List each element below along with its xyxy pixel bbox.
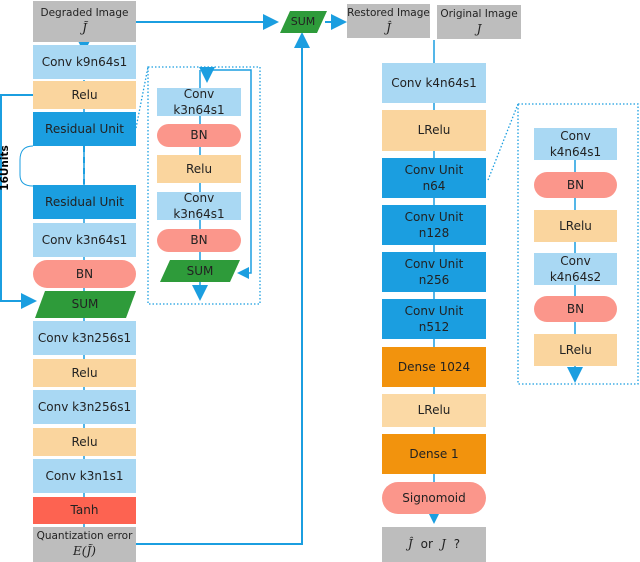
skip-connection [0,94,37,309]
restored-image-label: Restored Image [347,6,430,19]
gen-conv-k3n256s1-2: Conv k3n256s1 [33,390,136,424]
output-restored-symbol: Ĵ [407,537,413,552]
degraded-image-label: Degraded Image [40,7,129,20]
output-or-text: or [420,537,433,552]
original-image-label: Original Image [440,7,518,20]
conv-unit-n512: Conv Unit n512 [382,299,486,339]
gen-tanh: Tanh [33,497,136,524]
cu-lrelu-1: LRelu [534,210,617,242]
conv-unit-sub: n128 [418,226,450,240]
gen-relu-3: Relu [33,428,136,456]
disc-lrelu-2: LRelu [382,394,486,427]
res-sum-label: SUM [186,263,214,278]
gen-relu-2: Relu [33,359,136,387]
res-bn-2: BN [157,229,241,252]
disc-conv-k4n64s1: Conv k4n64s1 [382,63,486,103]
gen-conv-k3n64s1: Conv k3n64s1 [33,223,136,257]
res-conv-1: Conv k3n64s1 [157,87,241,117]
conv-unit-n128: Conv Unit n128 [382,205,486,245]
gen-sum-label: SUM [71,297,99,312]
res-relu: Relu [157,155,241,183]
output-question-mark: ? [453,537,461,552]
conv-unit-label: Conv Unit [404,209,464,224]
output-original-symbol: J [440,537,446,552]
cu-lrelu-2: LRelu [534,334,617,366]
gen-relu-1: Relu [33,81,136,109]
conv-unit-sub: n256 [418,273,450,287]
cu-conv-2: Conv k4n64s2 [534,253,617,285]
repeat-16-units-label: 16Units [0,145,11,191]
cu-bn-2: BN [534,296,617,322]
quantization-error-label: Quantization error [36,530,133,543]
top-sum-label: SUM [290,14,316,28]
conv-unit-label: Conv Unit [404,256,464,271]
conv-unit-label: Conv Unit [404,303,464,318]
conv-unit-n64: Conv Unit n64 [382,158,486,198]
gen-conv-k9n64s1: Conv k9n64s1 [33,45,136,79]
res-bn-1: BN [157,124,241,147]
disc-dense-1024: Dense 1024 [382,347,486,387]
gen-bn: BN [33,260,136,288]
cu-conv-1: Conv k4n64s1 [534,128,617,160]
degraded-image-input: Degraded Image J̃ [33,1,136,42]
quantization-error-output: Quantization error E(J̃) [33,527,136,562]
original-image-symbol: J [476,21,482,36]
disc-lrelu-1: LRelu [382,110,486,151]
disc-sigmoid: Signomoid [382,482,486,514]
restored-image: Restored Image Ĵ [347,4,430,38]
disc-dense-1: Dense 1 [382,434,486,474]
conv-unit-label: Conv Unit [404,162,464,177]
residual-unit-first: Residual Unit [33,112,136,146]
conv-unit-sub: n512 [418,320,450,334]
degraded-image-symbol: J̃ [82,21,87,36]
restored-image-symbol: Ĵ [386,20,391,35]
gen-conv-k3n256s1-1: Conv k3n256s1 [33,321,136,355]
original-image: Original Image J [437,5,521,39]
gen-conv-k3n1s1: Conv k3n1s1 [33,459,136,493]
conv-unit-sub: n64 [422,179,446,193]
conv-unit-n256: Conv Unit n256 [382,252,486,292]
disc-output: Ĵ or J ? [382,527,486,562]
residual-unit-last: Residual Unit [33,185,136,219]
cu-bn-1: BN [534,172,617,198]
quantization-error-symbol: E(J̃) [73,544,96,559]
res-conv-2: Conv k3n64s1 [157,191,241,221]
